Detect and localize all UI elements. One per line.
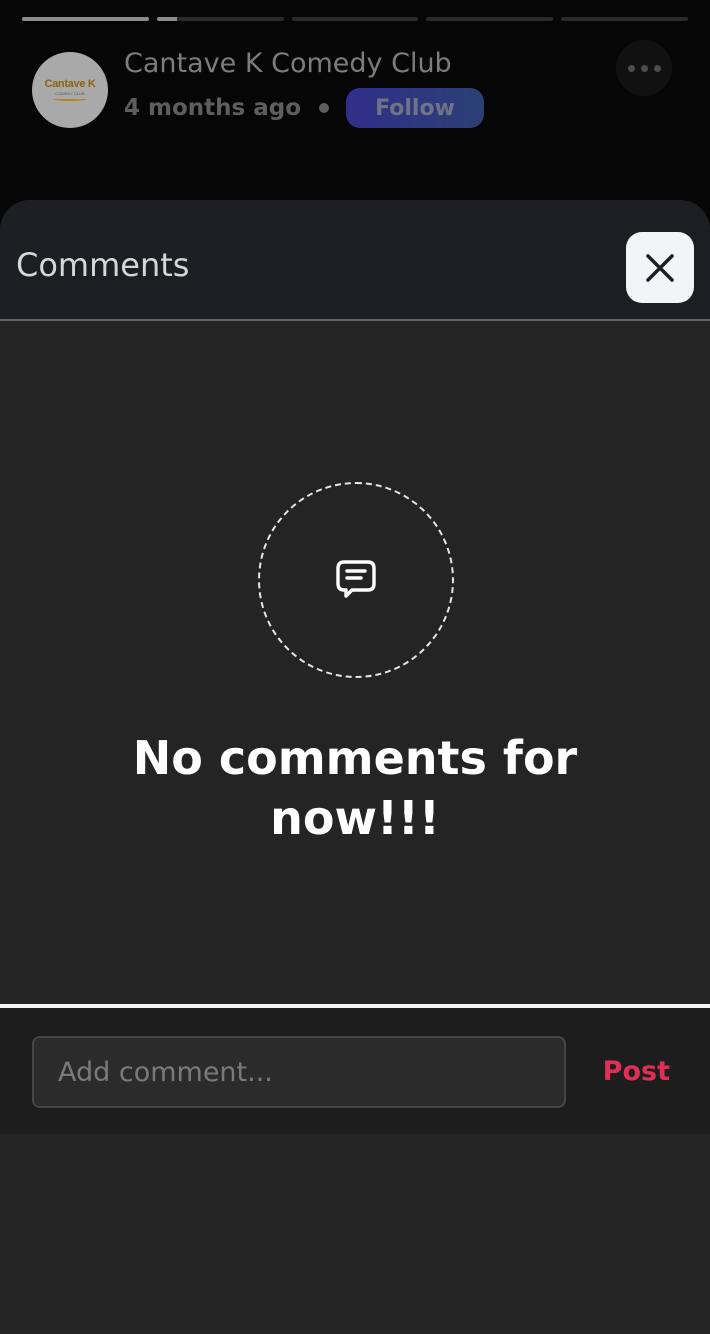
comment-input[interactable] — [32, 1036, 566, 1108]
comments-sheet: Comments No comments for now!!! — [0, 200, 710, 1334]
post-button[interactable]: Post — [603, 1056, 670, 1087]
avatar-logo: Cantave K — [44, 78, 96, 90]
story-progress — [22, 17, 688, 21]
separator-dot — [319, 103, 330, 113]
close-button[interactable] — [626, 232, 694, 303]
empty-message: No comments for now!!! — [132, 731, 578, 845]
post-time: 4 months ago — [124, 95, 302, 121]
comment-icon — [336, 560, 376, 598]
story-progress-segment — [291, 17, 419, 21]
comments-title: Comments — [16, 246, 190, 284]
author-name[interactable]: Cantave K Comedy Club — [124, 48, 452, 79]
avatar[interactable]: Cantave K COMEDY CLUB — [32, 52, 108, 128]
comments-header: Comments — [0, 200, 710, 321]
empty-state-ring — [258, 482, 454, 678]
logo-swoosh — [53, 97, 87, 101]
story-progress-segment — [426, 17, 554, 21]
story-progress-segment — [561, 17, 688, 21]
story-header: Cantave K COMEDY CLUB Cantave K Comedy C… — [32, 40, 672, 132]
story-progress-segment — [156, 17, 284, 21]
close-icon — [646, 253, 674, 282]
story-viewer: Cantave K COMEDY CLUB Cantave K Comedy C… — [0, 0, 710, 1334]
comment-composer: Post — [0, 1004, 710, 1134]
more-options-button[interactable] — [616, 40, 672, 96]
story-meta: 4 months ago Follow — [124, 88, 485, 128]
avatar-logo-sub: COMEDY CLUB — [55, 91, 85, 96]
ellipsis-icon — [627, 64, 635, 72]
follow-button[interactable]: Follow — [346, 88, 485, 128]
story-progress-segment — [22, 17, 149, 21]
